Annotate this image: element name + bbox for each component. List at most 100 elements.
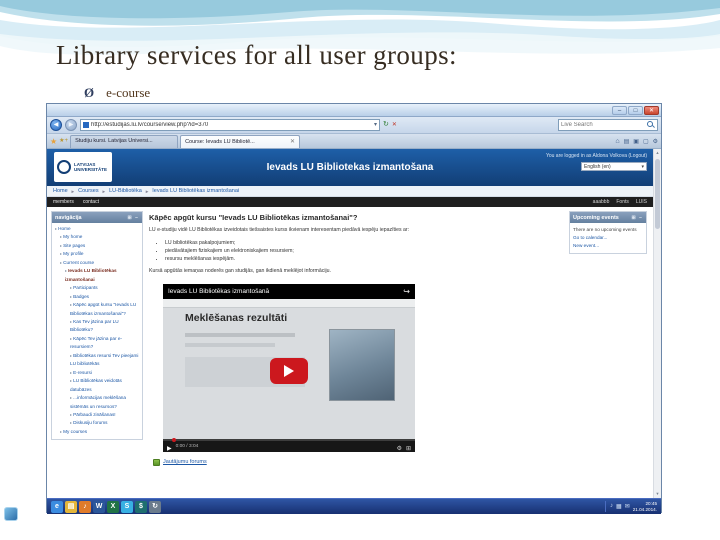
page-scrollbar[interactable]: ▲ ▼ <box>653 149 661 498</box>
tab-close-icon[interactable]: ✕ <box>290 137 295 148</box>
video-thumbnail[interactable]: Meklēšanas rezultāti <box>163 298 415 439</box>
video-time: 0:00 / 3:04 <box>175 443 199 449</box>
nav-item-label: Diskusiju forums <box>73 420 108 426</box>
breadcrumb-item[interactable]: Courses <box>78 188 98 194</box>
utility-link[interactable]: aaabbb <box>593 199 610 205</box>
share-icon[interactable] <box>403 287 410 296</box>
scroll-down-icon[interactable]: ▼ <box>654 490 661 498</box>
media-player-icon[interactable]: ♪ <box>79 500 91 513</box>
search-input[interactable] <box>561 120 645 130</box>
nav-item[interactable]: Home <box>52 225 141 233</box>
nav-item[interactable]: My courses <box>52 428 141 436</box>
refresh-icon[interactable] <box>383 119 389 131</box>
progress-bar[interactable] <box>163 437 415 442</box>
nav-item[interactable]: E-resursi <box>52 369 141 377</box>
maximize-button[interactable]: □ <box>628 105 643 115</box>
login-status[interactable]: You are logged in as Aldona Volkova (Log… <box>546 153 647 159</box>
course-title: Ievads LU Bibliotekas izmantošana <box>266 162 434 173</box>
nav-item[interactable]: Pārbaudi zināšanas! <box>52 411 141 419</box>
add-favorite-icon[interactable] <box>59 131 68 148</box>
block-actions-icons[interactable]: ⊞ − <box>128 215 140 221</box>
tray-icon[interactable]: ▦ <box>616 503 622 510</box>
utility-link[interactable]: members <box>53 199 74 205</box>
page-viewport: LATVIJAS UNIVERSITĀTE Ievads LU Bibliote… <box>47 149 661 498</box>
breadcrumb-item[interactable]: Home <box>53 188 68 194</box>
tools-icon[interactable] <box>653 138 658 145</box>
internet-explorer-icon[interactable]: e <box>51 500 63 513</box>
home-icon[interactable] <box>615 138 619 145</box>
update-icon[interactable]: ↻ <box>149 500 161 513</box>
nav-item[interactable]: Kas Tev jāzina par LU Bibliotēku? <box>52 318 141 335</box>
back-button[interactable] <box>50 119 62 131</box>
nav-item-label: My home <box>63 234 83 240</box>
content-bullet: resursu meklēšanas iespējām. <box>165 255 487 263</box>
nav-item[interactable]: Ievads LU Bibliotēkas izmantošanai <box>52 267 141 284</box>
nav-item[interactable]: ...informācijas meklēšana sistēmās un re… <box>52 394 141 411</box>
utility-link[interactable]: LUIS <box>636 199 647 205</box>
bank-icon[interactable]: $ <box>135 500 147 513</box>
nav-item[interactable]: Diskusiju forums <box>52 419 141 427</box>
url-dropdown-icon[interactable] <box>374 119 377 131</box>
nav-item[interactable]: My home <box>52 233 141 241</box>
tray-icons: ♪ ▦ ✉ <box>610 503 630 510</box>
tab-course-active[interactable]: Course: Ievads LU Bibliotē... ✕ <box>180 135 301 148</box>
breadcrumb-separator-icon: ► <box>70 188 76 194</box>
progress-handle[interactable] <box>172 437 176 442</box>
main-content: Kāpēc apgūt kursu "Ievads LU Bibliotēkas… <box>149 211 487 466</box>
folder-icon[interactable]: ▤ <box>65 500 77 513</box>
event-link[interactable]: New event... <box>573 242 643 250</box>
event-link[interactable]: Go to calendar... <box>573 234 643 242</box>
nav-item[interactable]: Site pages <box>52 242 141 250</box>
url-input[interactable] <box>91 120 372 130</box>
nav-item[interactable]: Bibliotēkas resursi Tev pieejami LU bibl… <box>52 352 141 369</box>
close-button[interactable]: ✕ <box>644 105 659 115</box>
nav-item[interactable]: Participants <box>52 284 141 292</box>
scrollbar-thumb[interactable] <box>655 159 660 229</box>
block-actions-icons[interactable]: ⊞ − <box>632 215 644 221</box>
events-block-header[interactable]: Upcoming events ⊞ − <box>570 212 646 223</box>
nav-item[interactable]: LU Bibliotēkas veidotās datubāzes <box>52 377 141 394</box>
breadcrumb-separator-icon: ► <box>101 188 107 194</box>
search-box[interactable] <box>558 119 658 131</box>
excel-icon[interactable]: X <box>107 500 119 513</box>
logo-emblem-icon <box>57 160 71 174</box>
scroll-up-icon[interactable]: ▲ <box>654 149 661 157</box>
skype-icon[interactable]: S <box>121 500 133 513</box>
nav-item[interactable]: Kāpēc Tev jāzina par e-resursiem? <box>52 335 141 352</box>
play-button[interactable] <box>270 358 308 385</box>
nav-item[interactable]: My profile <box>52 250 141 258</box>
window-titlebar[interactable]: – □ ✕ <box>47 104 661 117</box>
language-select[interactable]: English (en) <box>581 162 647 171</box>
forward-button[interactable] <box>65 119 77 131</box>
word-icon[interactable]: W <box>93 500 105 513</box>
nav-item[interactable]: Current course <box>52 259 141 267</box>
breadcrumb-item[interactable]: LU-Bibliotēka <box>109 188 142 194</box>
search-icon[interactable] <box>647 121 655 129</box>
tray-icon[interactable]: ♪ <box>610 503 613 510</box>
stop-icon[interactable] <box>392 119 397 131</box>
utility-link[interactable]: Fonts <box>616 199 629 205</box>
nav-item[interactable]: Badges <box>52 293 141 301</box>
nav-item[interactable]: Kāpēc apgūt kursu "Ievads LU Bibliotēkas… <box>52 301 141 318</box>
breadcrumb-item[interactable]: Ievads LU Bibliotēkas izmantošanai <box>152 188 239 194</box>
taskbar-clock[interactable]: 20:45 21.04.2014. <box>633 501 657 513</box>
minimize-button[interactable]: – <box>612 105 627 115</box>
feeds-icon[interactable] <box>624 138 630 145</box>
nav-item-label: Badges <box>73 293 90 299</box>
youtube-player: Ievads LU Bibliotēkas izmantošanā Meklēš… <box>163 283 415 452</box>
forum-link[interactable]: Jautājumu forums <box>163 459 207 465</box>
print-icon[interactable] <box>633 138 639 145</box>
favorites-star-icon[interactable] <box>50 133 57 148</box>
university-logo[interactable]: LATVIJAS UNIVERSITĀTE <box>54 152 112 182</box>
utility-link[interactable]: contact <box>83 199 99 205</box>
page-menu-icon[interactable] <box>643 138 649 145</box>
nav-item-label: Kāpēc Tev jāzina par e-resursiem? <box>70 335 123 350</box>
page-content: navigācija ⊞ − Home My home Site pages My p… <box>47 207 653 498</box>
tray-icon[interactable]: ✉ <box>625 503 630 510</box>
nav-item-label: LU Bibliotēkas veidotās datubāzes <box>70 378 122 392</box>
tab-studiju-kursi[interactable]: Studiju kursi. Latvijas Universi... <box>70 135 179 148</box>
url-box[interactable] <box>80 119 380 131</box>
navigation-block-header[interactable]: navigācija ⊞ − <box>52 212 142 223</box>
nav-item-label: My courses <box>63 428 88 434</box>
quick-launch-icons: e ▤ ♪ W X S $ ↻ <box>51 500 161 513</box>
